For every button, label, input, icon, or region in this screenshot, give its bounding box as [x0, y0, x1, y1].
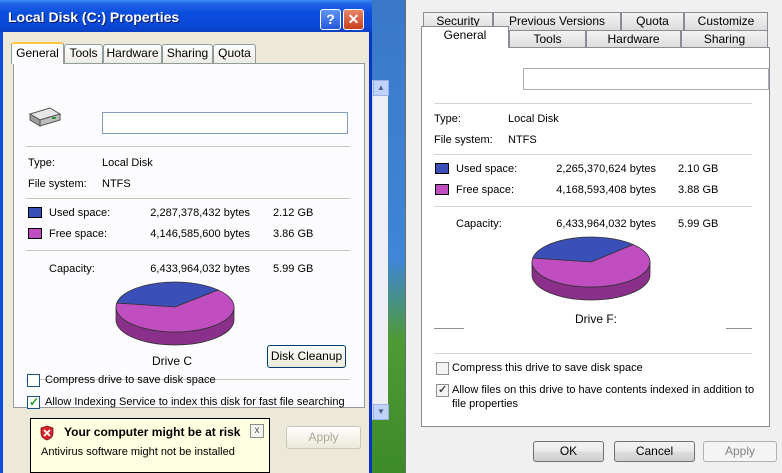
window-title: Local Disk (C:) Properties — [8, 9, 180, 25]
scroll-down-arrow-icon[interactable]: ▼ — [373, 404, 389, 420]
used-space-swatch — [28, 207, 42, 218]
separator — [434, 353, 752, 354]
tab-sharing[interactable]: Sharing — [162, 44, 213, 63]
title-bar[interactable]: Local Disk (C:) Properties ? ✕ — [0, 0, 372, 32]
free-space-gb: 3.88 GB — [678, 184, 719, 196]
scroll-up-arrow-icon[interactable]: ▲ — [373, 80, 389, 96]
separator — [434, 103, 752, 104]
free-space-bytes: 4,168,593,408 bytes — [556, 184, 656, 196]
tab-tools[interactable]: Tools — [509, 30, 586, 48]
file-system-label: File system: — [28, 178, 87, 190]
cancel-button[interactable]: Cancel — [614, 441, 695, 462]
separator — [26, 146, 350, 147]
used-space-bytes: 2,265,370,624 bytes — [556, 163, 656, 175]
free-space-label: Free space: — [49, 228, 108, 240]
ok-button[interactable]: OK — [533, 441, 604, 462]
type-label: Type: — [434, 113, 461, 125]
tab-quota[interactable]: Quota — [213, 44, 256, 63]
used-space-bytes: 2,287,378,432 bytes — [150, 207, 250, 219]
vista-properties-window: Security Previous Versions Quota Customi… — [405, 0, 782, 473]
compress-drive-checkbox[interactable] — [27, 374, 40, 387]
indexing-service-checkbox[interactable] — [27, 395, 40, 409]
separator — [434, 328, 464, 329]
used-space-gb: 2.12 GB — [273, 207, 314, 219]
disk-usage-pie-chart — [531, 236, 651, 301]
security-shield-icon — [40, 425, 54, 441]
capacity-gb: 5.99 GB — [273, 263, 314, 275]
balloon-title: Your computer might be at risk — [64, 425, 241, 439]
compress-drive-label: Compress drive to save disk space — [45, 374, 216, 386]
compress-drive-label: Compress this drive to save disk space — [452, 362, 643, 374]
compress-drive-checkbox[interactable] — [436, 362, 449, 375]
drive-name-label: Drive C — [152, 354, 193, 368]
used-space-label: Used space: — [49, 207, 111, 219]
capacity-label: Capacity: — [49, 263, 95, 275]
index-contents-label-line2: file properties — [452, 398, 519, 410]
apply-button[interactable]: Apply — [286, 426, 361, 449]
file-system-value: NTFS — [508, 134, 537, 146]
capacity-gb: 5.99 GB — [678, 218, 719, 230]
separator — [26, 198, 350, 199]
separator — [726, 328, 752, 329]
tab-general[interactable]: General — [421, 26, 509, 48]
xp-properties-window: Local Disk (C:) Properties ? ✕ General T… — [0, 0, 372, 473]
free-space-swatch — [28, 228, 42, 239]
tab-quota[interactable]: Quota — [621, 12, 684, 30]
close-button[interactable]: ✕ — [343, 9, 364, 30]
tab-customize[interactable]: Customize — [684, 12, 768, 30]
used-space-gb: 2.10 GB — [678, 163, 719, 175]
free-space-label: Free space: — [456, 184, 515, 196]
help-button[interactable]: ? — [320, 9, 341, 30]
tab-previous-versions[interactable]: Previous Versions — [493, 12, 621, 30]
separator — [26, 250, 350, 251]
capacity-bytes: 6,433,964,032 bytes — [556, 218, 656, 230]
dialog-body: General Tools Hardware Sharing Quota Typ… — [3, 32, 369, 473]
file-system-label: File system: — [434, 134, 493, 146]
used-space-swatch — [435, 163, 449, 174]
drive-name-label: Drive F: — [575, 312, 617, 326]
free-space-gb: 3.86 GB — [273, 228, 314, 240]
type-value: Local Disk — [102, 157, 153, 169]
index-contents-label-line1: Allow files on this drive to have conten… — [452, 384, 755, 396]
capacity-label: Capacity: — [456, 218, 502, 230]
index-contents-checkbox[interactable] — [436, 383, 449, 397]
tab-tools[interactable]: Tools — [64, 44, 103, 63]
capacity-bytes: 6,433,964,032 bytes — [150, 263, 250, 275]
type-value: Local Disk — [508, 113, 559, 125]
tab-general[interactable]: General — [11, 42, 64, 64]
free-space-bytes: 4,146,585,600 bytes — [150, 228, 250, 240]
tab-hardware[interactable]: Hardware — [103, 44, 162, 63]
used-space-label: Used space: — [456, 163, 518, 175]
volume-label-input[interactable] — [523, 68, 769, 90]
disk-cleanup-button[interactable]: Disk Cleanup — [267, 345, 346, 368]
general-tab-panel: Type: Local Disk File system: NTFS Used … — [421, 47, 770, 427]
apply-button[interactable]: Apply — [703, 441, 777, 462]
security-balloon-notification[interactable]: Your computer might be at risk Antivirus… — [30, 418, 270, 473]
general-tab-panel: Type: Local Disk File system: NTFS Used … — [13, 63, 365, 408]
type-label: Type: — [28, 157, 55, 169]
volume-label-input[interactable] — [102, 112, 348, 134]
disk-usage-pie-chart — [115, 281, 235, 346]
balloon-message: Antivirus software might not be installe… — [41, 446, 235, 458]
tab-sharing[interactable]: Sharing — [681, 30, 768, 48]
indexing-service-label: Allow Indexing Service to index this dis… — [45, 396, 345, 408]
free-space-swatch — [435, 184, 449, 195]
separator — [434, 154, 752, 155]
separator — [434, 206, 752, 207]
vertical-scrollbar[interactable]: ▲ ▼ — [372, 80, 389, 420]
file-system-value: NTFS — [102, 178, 131, 190]
balloon-close-icon[interactable]: x — [250, 424, 264, 438]
tab-hardware[interactable]: Hardware — [586, 30, 681, 48]
hard-drive-icon — [28, 107, 62, 127]
